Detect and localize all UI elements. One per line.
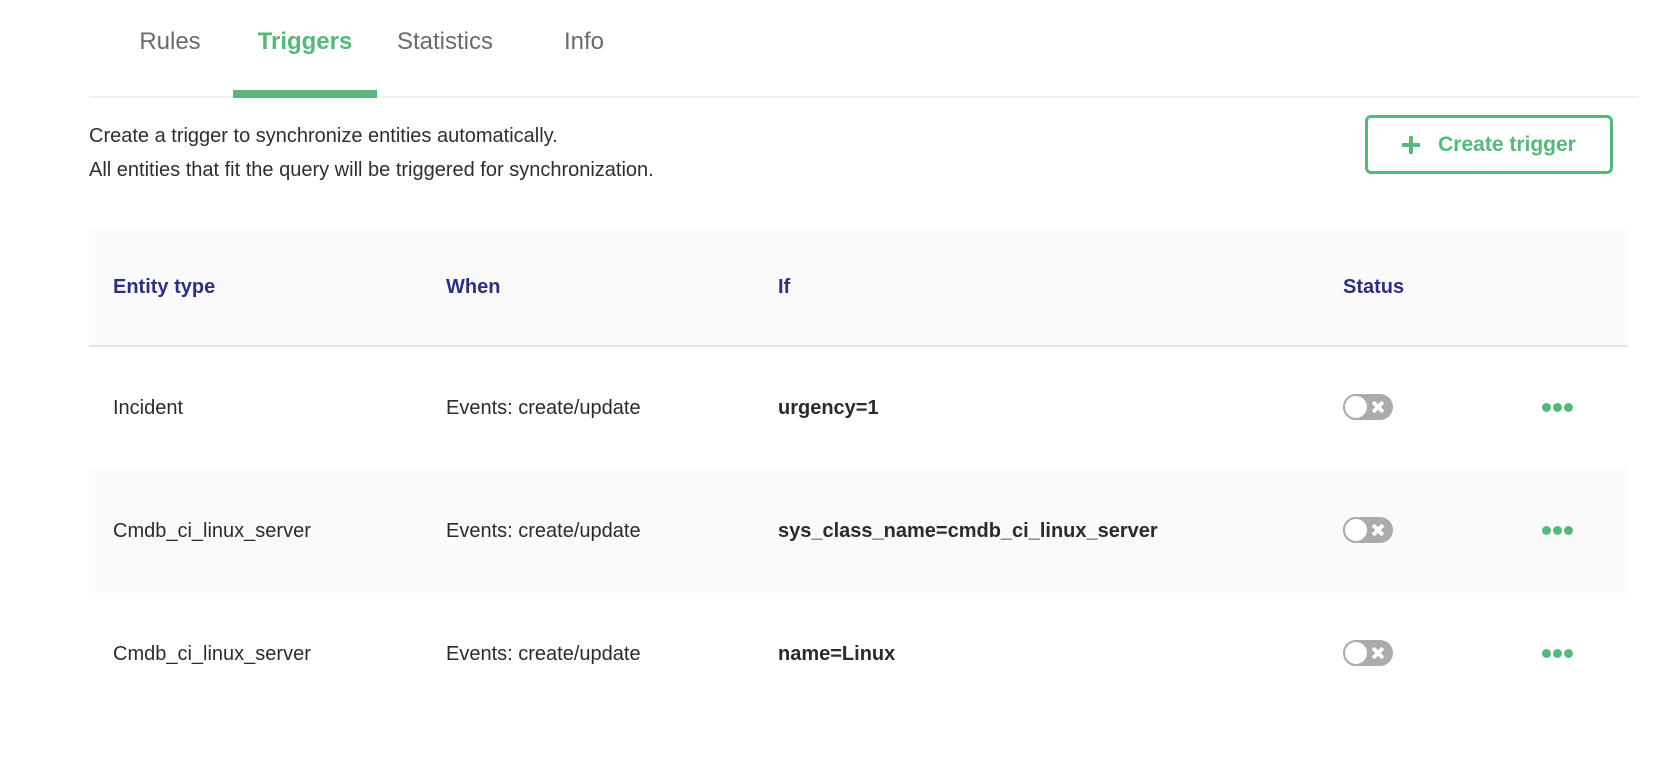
- when-cell: Events: create/update: [446, 397, 641, 419]
- description: Create a trigger to synchronize entities…: [89, 119, 654, 187]
- table-row: Incident Events: create/update urgency=1: [89, 347, 1628, 470]
- tab-bar: Rules Triggers Statistics Info: [89, 0, 1639, 98]
- entity-type-cell: Cmdb_ci_linux_server: [113, 643, 311, 665]
- more-dots-icon: [1563, 648, 1573, 658]
- more-actions-button[interactable]: [1537, 516, 1577, 544]
- when-cell: Events: create/update: [446, 643, 641, 665]
- toggle-knob: [1343, 394, 1369, 420]
- triggers-table: Entity type When If Status Incident Even…: [89, 229, 1628, 716]
- more-dots-icon: [1541, 402, 1551, 412]
- column-header-if: If: [778, 276, 791, 298]
- more-dots-icon: [1552, 402, 1562, 412]
- table-row: Cmdb_ci_linux_server Events: create/upda…: [89, 593, 1628, 716]
- tab-triggers[interactable]: Triggers: [233, 26, 377, 98]
- column-header-when: When: [446, 276, 501, 298]
- create-trigger-label: Create trigger: [1438, 132, 1576, 156]
- description-line-1: Create a trigger to synchronize entities…: [89, 125, 558, 147]
- column-header-status: Status: [1343, 276, 1405, 298]
- more-dots-icon: [1563, 525, 1573, 535]
- description-line-2: All entities that fit the query will be …: [89, 159, 654, 181]
- more-dots-icon: [1541, 525, 1551, 535]
- toggle-knob: [1343, 640, 1369, 666]
- create-trigger-button[interactable]: Create trigger: [1365, 115, 1613, 174]
- tab-info[interactable]: Info: [539, 26, 629, 96]
- tab-statistics[interactable]: Statistics: [389, 26, 501, 96]
- more-actions-button[interactable]: [1537, 639, 1577, 667]
- status-toggle[interactable]: [1343, 517, 1393, 543]
- entity-type-cell: Incident: [113, 397, 184, 419]
- more-dots-icon: [1541, 648, 1551, 658]
- when-cell: Events: create/update: [446, 520, 641, 542]
- table-header: Entity type When If Status: [89, 229, 1628, 347]
- if-cell: name=Linux: [778, 643, 896, 665]
- if-cell: sys_class_name=cmdb_ci_linux_server: [778, 520, 1158, 542]
- close-icon: [1372, 401, 1384, 413]
- status-toggle[interactable]: [1343, 394, 1393, 420]
- plus-icon: [1402, 135, 1421, 154]
- table-row: Cmdb_ci_linux_server Events: create/upda…: [89, 470, 1628, 593]
- column-header-entity-type: Entity type: [113, 276, 216, 298]
- more-dots-icon: [1552, 525, 1562, 535]
- more-dots-icon: [1563, 402, 1573, 412]
- close-icon: [1372, 524, 1384, 536]
- more-dots-icon: [1552, 648, 1562, 658]
- toggle-knob: [1343, 517, 1369, 543]
- tab-rules[interactable]: Rules: [119, 26, 221, 96]
- close-icon: [1372, 647, 1384, 659]
- entity-type-cell: Cmdb_ci_linux_server: [113, 520, 311, 542]
- more-actions-button[interactable]: [1537, 393, 1577, 421]
- if-cell: urgency=1: [778, 397, 879, 419]
- status-toggle[interactable]: [1343, 640, 1393, 666]
